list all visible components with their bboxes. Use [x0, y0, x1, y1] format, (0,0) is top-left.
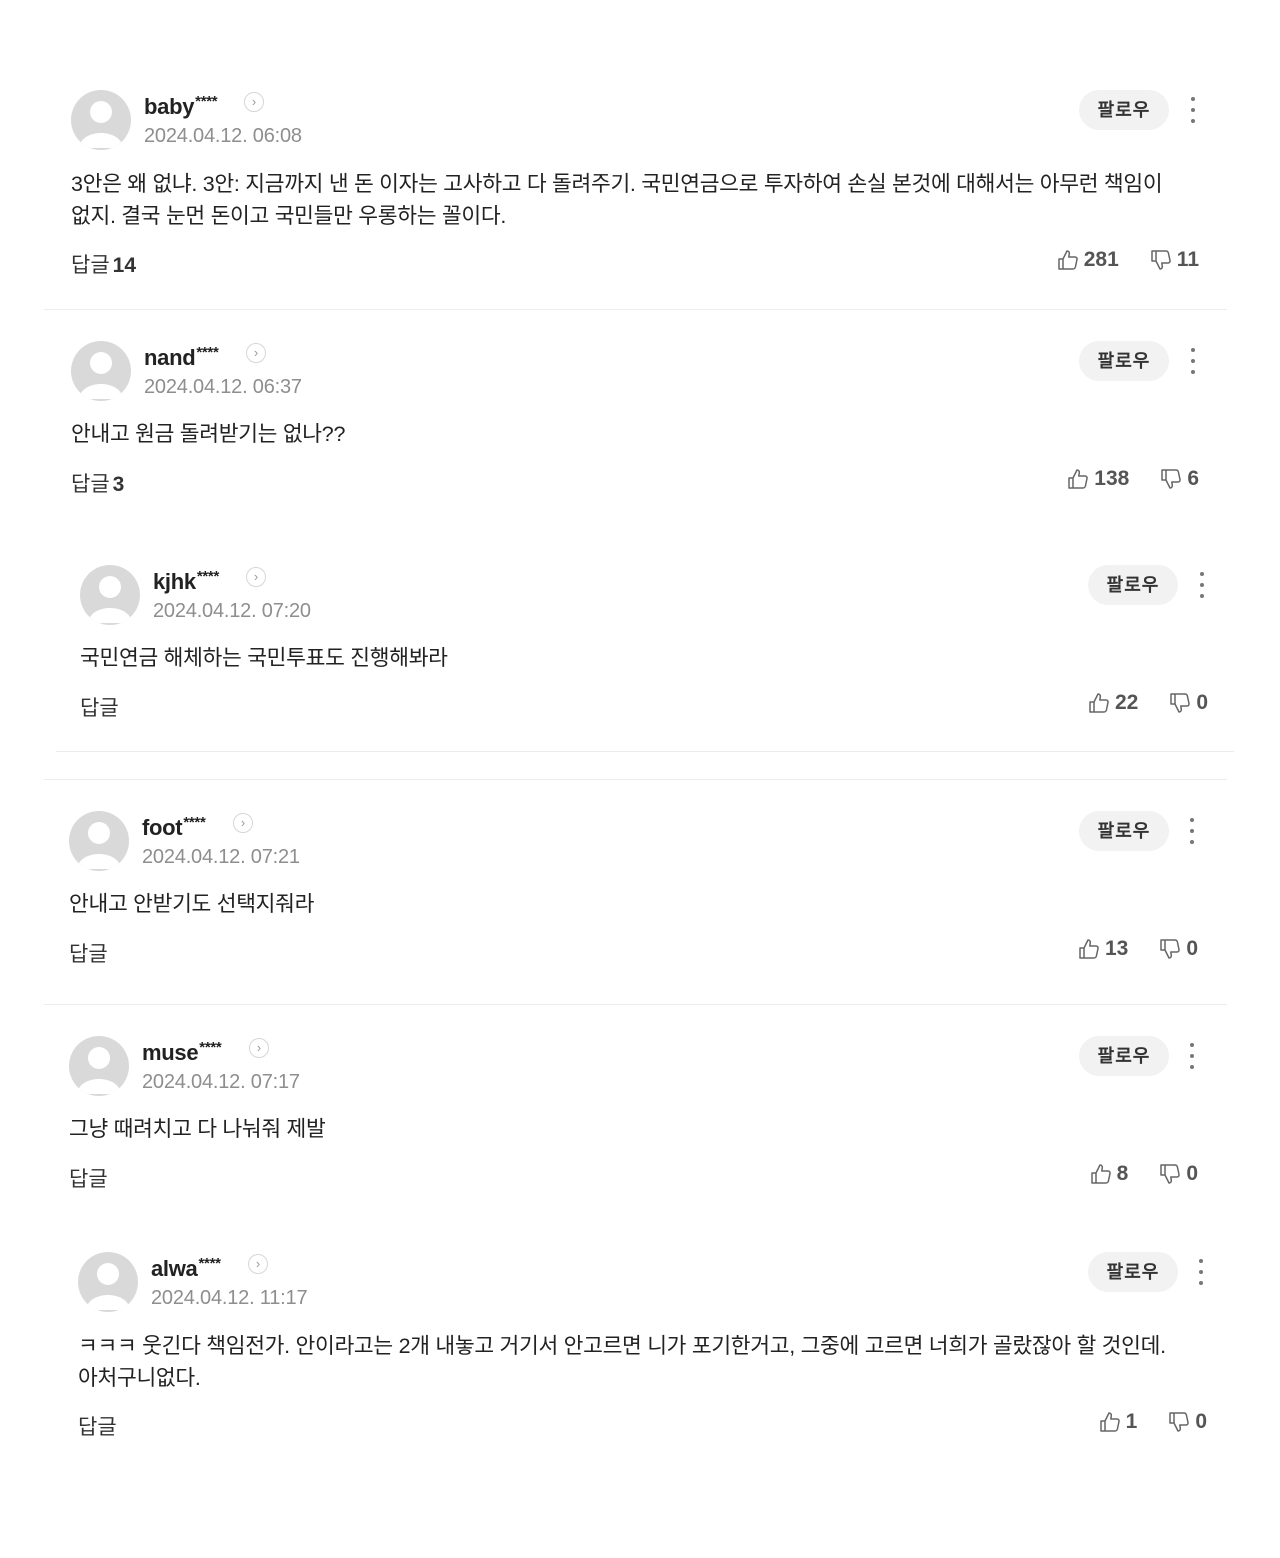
more-options-icon[interactable]	[1191, 1256, 1211, 1288]
dislike-count: 0	[1195, 1410, 1207, 1433]
dislike-count: 11	[1176, 248, 1199, 271]
comment-item: nand**** › 2024.04.12. 06:37 팔로우 안내고 원금 …	[71, 341, 1211, 501]
timestamp: 2024.04.12. 06:08	[144, 125, 302, 147]
more-options-icon[interactable]	[1182, 1040, 1202, 1072]
thumbs-up-icon[interactable]	[1066, 467, 1090, 491]
chevron-right-icon[interactable]: ›	[244, 92, 264, 112]
chevron-right-icon[interactable]: ›	[246, 567, 266, 587]
like-count: 22	[1114, 691, 1139, 714]
reply-button[interactable]: 답글	[78, 1411, 120, 1441]
chevron-right-icon[interactable]: ›	[248, 1254, 268, 1274]
vote-group: 138 6	[1066, 467, 1199, 491]
thumbs-up-icon[interactable]	[1089, 1162, 1113, 1186]
avatar[interactable]	[80, 565, 140, 625]
more-options-icon[interactable]	[1192, 569, 1212, 601]
comment-text: 3안은 왜 없냐. 3안: 지금까지 낸 돈 이자는 고사하고 다 돌려주기. …	[71, 172, 1163, 228]
chevron-right-icon[interactable]: ›	[249, 1038, 269, 1058]
more-options-icon[interactable]	[1183, 345, 1203, 377]
vote-group: 8 0	[1089, 1162, 1198, 1186]
dislike-count: 0	[1186, 937, 1198, 960]
thumbs-down-icon[interactable]	[1167, 1410, 1191, 1434]
chevron-right-icon[interactable]: ›	[246, 343, 266, 363]
thumbs-up-icon[interactable]	[1056, 248, 1080, 272]
like-count: 281	[1083, 248, 1119, 271]
username[interactable]: muse****	[142, 1034, 222, 1067]
comment-item: foot**** › 2024.04.12. 07:21 팔로우 안내고 안받기…	[69, 811, 1209, 971]
divider	[56, 751, 1234, 752]
thumbs-down-icon[interactable]	[1158, 937, 1182, 961]
thumbs-down-icon[interactable]	[1159, 467, 1183, 491]
more-options-icon[interactable]	[1183, 94, 1203, 126]
follow-button[interactable]: 팔로우	[1088, 1252, 1178, 1292]
reply-button[interactable]: 답글 3	[71, 468, 124, 498]
thumbs-up-icon[interactable]	[1087, 691, 1111, 715]
username[interactable]: nand****	[144, 339, 219, 372]
vote-group: 22 0	[1087, 691, 1208, 715]
avatar[interactable]	[69, 1036, 129, 1096]
comment-text: 안내고 원금 돌려받기는 없나??	[71, 422, 346, 446]
follow-button[interactable]: 팔로우	[1088, 565, 1178, 605]
like-count: 1	[1125, 1410, 1138, 1433]
like-count: 138	[1094, 467, 1130, 490]
avatar[interactable]	[78, 1252, 138, 1312]
follow-button[interactable]: 팔로우	[1079, 811, 1169, 851]
username[interactable]: alwa****	[151, 1250, 221, 1283]
avatar[interactable]	[69, 811, 129, 871]
reply-button[interactable]: 답글	[69, 938, 111, 968]
reply-button[interactable]: 답글 14	[71, 249, 136, 279]
comment-text: ㅋㅋㅋ 웃긴다 책임전가. 안이라고는 2개 내놓고 거기서 안고르면 니가 포…	[78, 1334, 1166, 1390]
avatar[interactable]	[71, 341, 131, 401]
more-options-icon[interactable]	[1182, 815, 1202, 847]
divider	[44, 779, 1227, 780]
comment-item: kjhk**** › 2024.04.12. 07:20 팔로우 국민연금 해체…	[80, 565, 1220, 725]
vote-group: 1 0	[1098, 1410, 1207, 1434]
vote-group: 281 11	[1056, 248, 1199, 272]
dislike-count: 0	[1186, 1162, 1198, 1185]
username[interactable]: baby****	[144, 88, 218, 121]
chevron-right-icon[interactable]: ›	[233, 813, 253, 833]
timestamp: 2024.04.12. 11:17	[151, 1287, 308, 1309]
follow-button[interactable]: 팔로우	[1079, 341, 1169, 381]
thumbs-up-icon[interactable]	[1098, 1410, 1122, 1434]
follow-button[interactable]: 팔로우	[1079, 90, 1169, 130]
divider	[44, 309, 1227, 310]
dislike-count: 0	[1196, 691, 1208, 714]
username[interactable]: foot****	[142, 809, 206, 842]
thumbs-down-icon[interactable]	[1158, 1162, 1182, 1186]
comment-text: 안내고 안받기도 선택지줘라	[69, 892, 315, 916]
comment-item: baby**** › 2024.04.12. 06:08 팔로우 3안은 왜 없…	[71, 90, 1211, 290]
reply-button[interactable]: 답글	[69, 1163, 111, 1193]
like-count: 13	[1104, 937, 1129, 960]
timestamp: 2024.04.12. 07:20	[153, 600, 311, 622]
reply-button[interactable]: 답글	[80, 692, 122, 722]
thumbs-down-icon[interactable]	[1149, 248, 1173, 272]
comment-item: alwa**** › 2024.04.12. 11:17 팔로우 ㅋㅋㅋ 웃긴다…	[78, 1252, 1218, 1452]
comment-item: muse**** › 2024.04.12. 07:17 팔로우 그냥 때려치고…	[69, 1036, 1209, 1196]
comment-text: 그냥 때려치고 다 나눠줘 제발	[69, 1117, 326, 1141]
like-count: 8	[1116, 1162, 1129, 1185]
vote-group: 13 0	[1077, 937, 1198, 961]
divider	[44, 1004, 1227, 1005]
comment-text: 국민연금 해체하는 국민투표도 진행해봐라	[80, 646, 448, 670]
timestamp: 2024.04.12. 06:37	[144, 376, 302, 398]
timestamp: 2024.04.12. 07:17	[142, 1071, 300, 1093]
thumbs-down-icon[interactable]	[1168, 691, 1192, 715]
thumbs-up-icon[interactable]	[1077, 937, 1101, 961]
avatar[interactable]	[71, 90, 131, 150]
follow-button[interactable]: 팔로우	[1079, 1036, 1169, 1076]
username[interactable]: kjhk****	[153, 563, 219, 596]
timestamp: 2024.04.12. 07:21	[142, 846, 300, 868]
dislike-count: 6	[1187, 467, 1199, 490]
